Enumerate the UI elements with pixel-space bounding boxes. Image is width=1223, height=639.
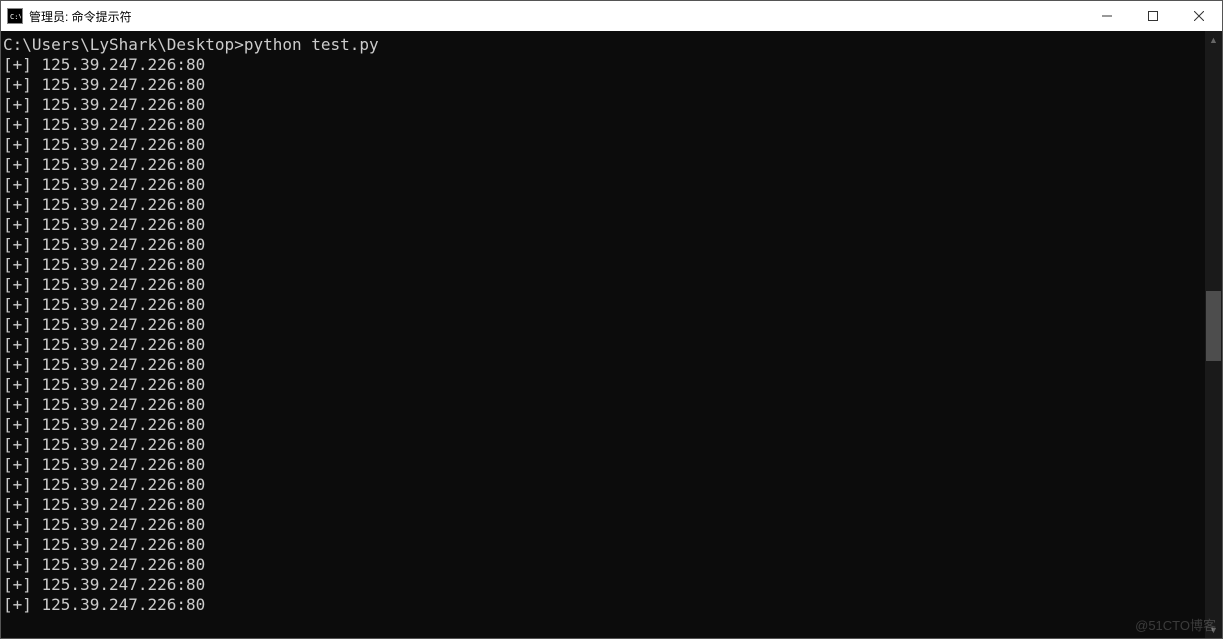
cmd-icon: C:\ [7,8,23,24]
scroll-up-arrow[interactable]: ▲ [1205,31,1222,48]
window-title: 管理员: 命令提示符 [29,8,132,25]
terminal-area: C:\Users\LyShark\Desktop>python test.py … [1,31,1222,638]
vertical-scrollbar[interactable]: ▲ ▼ [1205,31,1222,638]
terminal-output[interactable]: C:\Users\LyShark\Desktop>python test.py … [1,31,1205,638]
scroll-thumb[interactable] [1206,291,1221,361]
svg-text:C:\: C:\ [10,13,21,21]
titlebar[interactable]: C:\ 管理员: 命令提示符 [1,1,1222,31]
window-controls [1084,1,1222,31]
maximize-button[interactable] [1130,1,1176,31]
scroll-down-arrow[interactable]: ▼ [1205,621,1222,638]
close-button[interactable] [1176,1,1222,31]
command-prompt-window: C:\ 管理员: 命令提示符 C:\Users\LyShark\Desktop>… [0,0,1223,639]
minimize-button[interactable] [1084,1,1130,31]
